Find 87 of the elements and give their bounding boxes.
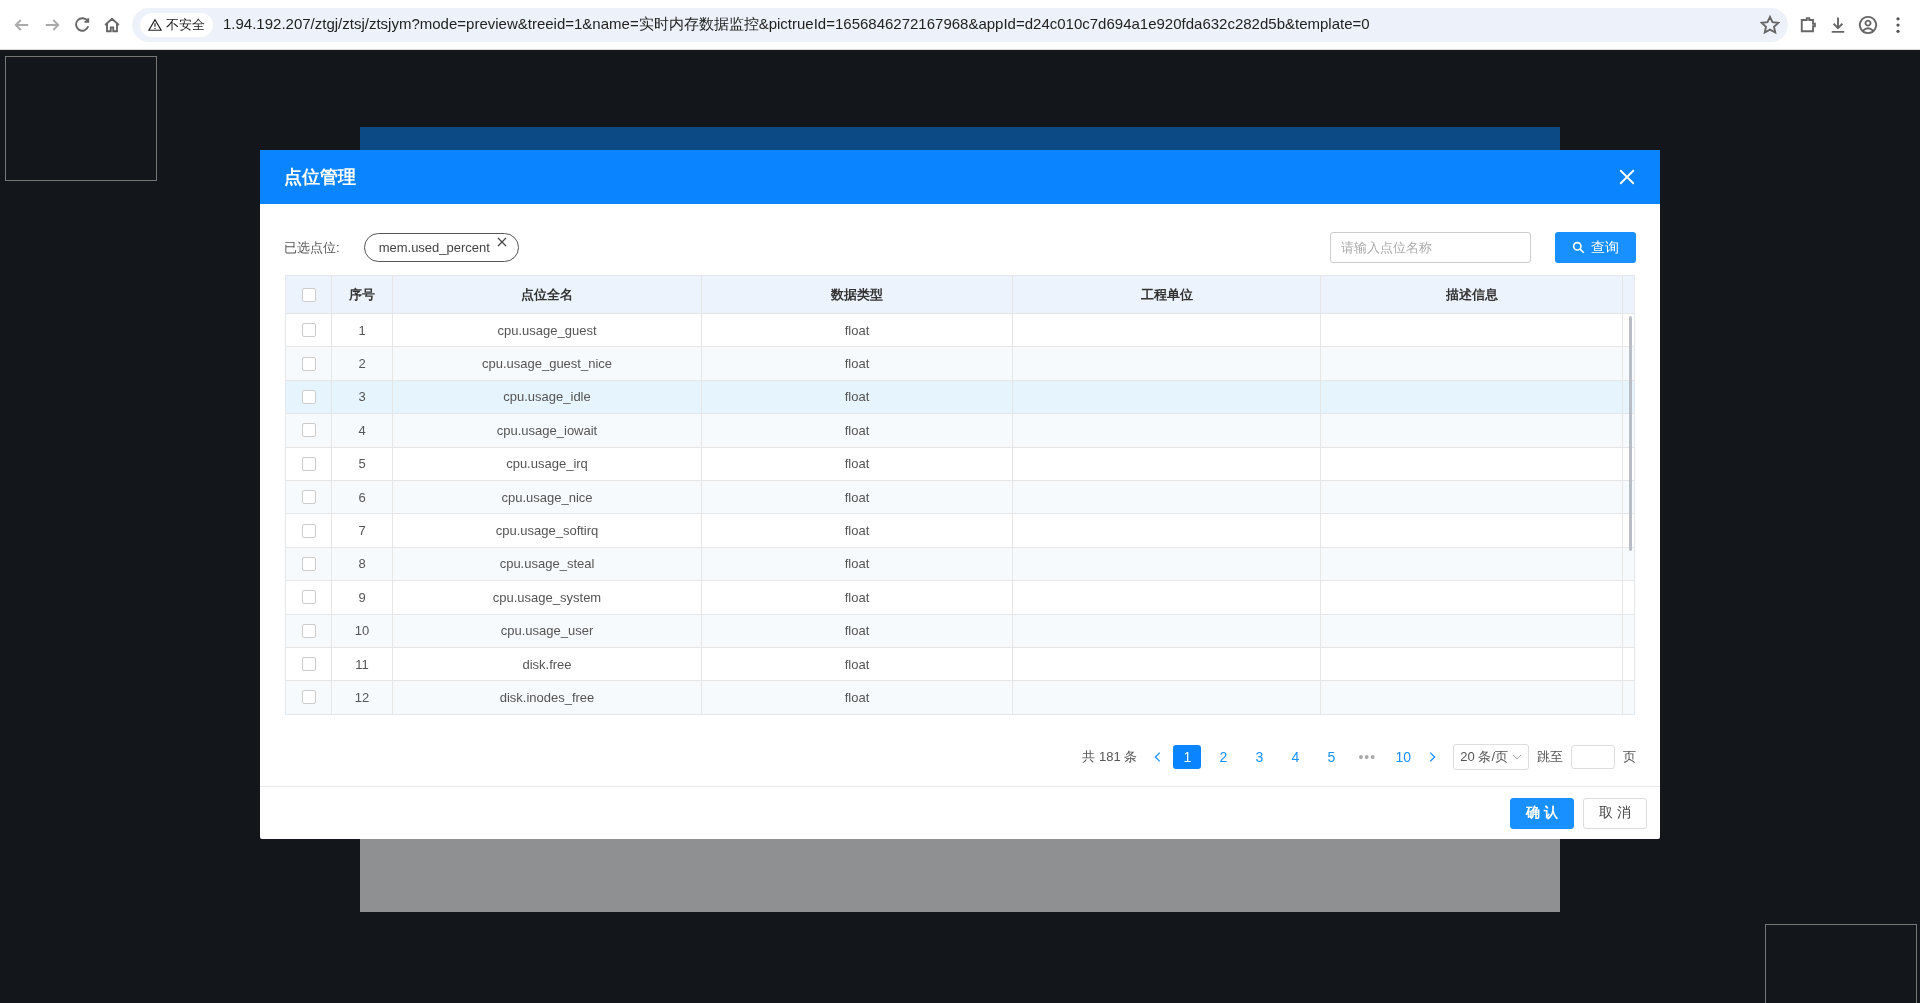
total-count: 共 181 条 (1082, 748, 1138, 766)
selected-label: 已选点位: (284, 238, 340, 257)
table-cell: cpu.usage_idle (503, 389, 591, 405)
column-header: 描述信息 (1321, 276, 1623, 313)
table-row[interactable]: 12 disk.inodes_free float (286, 681, 1634, 714)
row-checkbox[interactable] (301, 456, 316, 471)
table-row[interactable]: 2 cpu.usage_guest_nice float (286, 347, 1634, 381)
table-cell: cpu.usage_nice (501, 489, 593, 505)
cancel-button[interactable]: 取 消 (1583, 797, 1647, 829)
scrollbar-thumb[interactable] (1629, 316, 1632, 551)
account-icon[interactable] (1858, 14, 1878, 35)
table-cell: float (844, 456, 870, 472)
close-icon[interactable] (495, 235, 508, 248)
security-chip[interactable]: 不安全 (140, 12, 213, 37)
table-cell: cpu.usage_steal (499, 556, 595, 572)
url-text: 1.94.192.207/ztgj/ztsj/ztsjym?mode=preview&treeid=1&name=实时内存数据监控&pictrueId=1656846272167968&appId=d24c010c7d694a1e920fda632c282d5b&template=0 (223, 15, 1371, 34)
table-cell: 1 (358, 322, 366, 338)
row-checkbox[interactable] (301, 490, 316, 505)
table-cell: 11 (355, 656, 369, 672)
page-suffix: 页 (1623, 748, 1636, 766)
row-checkbox[interactable] (301, 423, 316, 438)
search-icon (1572, 241, 1585, 254)
table-cell: 6 (358, 489, 366, 505)
row-checkbox[interactable] (301, 690, 316, 705)
table-row[interactable]: 3 cpu.usage_idle float (286, 380, 1634, 415)
table-cell: float (844, 389, 870, 405)
tag-text: mem.used_percent (378, 240, 490, 255)
column-header: 工程单位 (1013, 276, 1321, 313)
table-row[interactable]: 9 cpu.usage_system float (286, 581, 1634, 615)
column-header: 数据类型 (702, 276, 1013, 313)
table-cell: 3 (358, 389, 366, 405)
address-bar[interactable]: 不安全 1.94.192.207/ztgj/ztsj/ztsjym?mode=preview&treeid=1&name=实时内存数据监控&pictrueId=1656846272167968&appId=d24c010c7d694a1e920fda632c282d5b&template=0 (132, 7, 1788, 42)
row-checkbox[interactable] (301, 590, 316, 605)
table-cell: cpu.usage_irq (506, 456, 588, 472)
table-cell: 7 (358, 523, 366, 539)
table-row[interactable]: 5 cpu.usage_irq float (286, 447, 1634, 481)
warning-icon (148, 17, 162, 32)
page-input[interactable] (1571, 745, 1615, 769)
table-cell: float (844, 356, 870, 372)
table-row[interactable]: 7 cpu.usage_softirq float (286, 514, 1634, 548)
table-cell: float (844, 623, 870, 639)
table-row[interactable]: 4 cpu.usage_iowait float (286, 414, 1634, 448)
table-cell: cpu.usage_guest (497, 322, 597, 338)
column-header: 点位全名 (393, 276, 702, 313)
column-header: 序号 (332, 276, 393, 313)
table-row[interactable]: 6 cpu.usage_nice float (286, 480, 1634, 515)
jump-label: 跳至 (1537, 748, 1563, 766)
table-cell: 12 (354, 690, 370, 705)
row-checkbox[interactable] (301, 556, 316, 571)
table-cell: disk.inodes_free (499, 690, 595, 705)
table-cell: cpu.usage_iowait (496, 422, 598, 438)
table-cell: cpu.usage_softirq (495, 523, 599, 539)
extension-icon[interactable] (1798, 14, 1818, 35)
star-icon[interactable] (1760, 14, 1780, 35)
table-cell: float (844, 422, 870, 438)
table-cell: 10 (354, 623, 370, 639)
caret-icon (1512, 752, 1522, 762)
search-field[interactable]: 请输入点位名称 (1330, 232, 1531, 263)
table-cell: float (844, 556, 870, 572)
row-checkbox[interactable] (301, 523, 316, 538)
table-cell: 5 (358, 456, 366, 472)
table-cell: float (844, 656, 870, 672)
page-link[interactable]: 1 (1173, 745, 1202, 769)
table-cell: float (844, 690, 870, 705)
row-checkbox[interactable] (301, 657, 316, 672)
table-cell: cpu.usage_guest_nice (481, 356, 613, 372)
table-cell: 2 (358, 356, 366, 372)
page-size-select[interactable]: 20 条/页 (1453, 744, 1529, 770)
table-cell: disk.free (522, 656, 572, 672)
table-cell: float (844, 523, 870, 539)
table-cell: 9 (358, 589, 366, 605)
select-all-checkbox[interactable] (301, 287, 316, 302)
table-cell: 8 (358, 556, 366, 572)
table-cell: cpu.usage_system (492, 589, 602, 605)
table-row[interactable]: 10 cpu.usage_user float (286, 614, 1634, 648)
table-cell: float (844, 489, 870, 505)
row-checkbox[interactable] (301, 623, 316, 638)
table-cell: cpu.usage_user (500, 623, 594, 639)
row-checkbox[interactable] (301, 389, 316, 404)
row-checkbox[interactable] (301, 323, 316, 338)
table-cell: 4 (358, 422, 366, 438)
table-cell: float (844, 322, 870, 338)
table-row[interactable]: 8 cpu.usage_steal float (286, 547, 1634, 582)
reload-icon[interactable] (72, 14, 92, 35)
dialog-title: 点位管理 (284, 166, 356, 189)
row-checkbox[interactable] (301, 356, 316, 371)
table-cell: float (844, 589, 870, 605)
